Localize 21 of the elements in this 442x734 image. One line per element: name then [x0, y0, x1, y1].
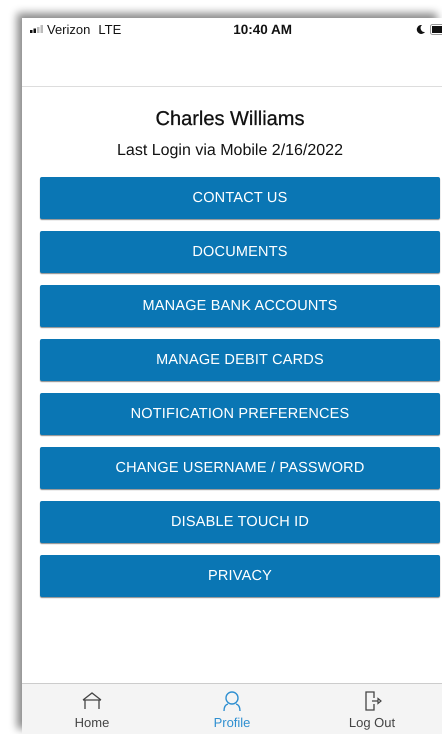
- network-type: LTE: [98, 22, 122, 36]
- tab-button[interactable]: Log Out: [302, 684, 442, 734]
- menu-button[interactable]: DOCUMENTS: [40, 231, 440, 273]
- menu-button[interactable]: NOTIFICATION PREFERENCES: [40, 393, 440, 435]
- carrier-name: Verizon: [47, 22, 90, 36]
- battery-icon: [430, 24, 442, 34]
- menu-button[interactable]: MANAGE BANK ACCOUNTS: [40, 285, 440, 327]
- menu-button[interactable]: CONTACT US: [40, 177, 440, 219]
- menu-button[interactable]: MANAGE DEBIT CARDS: [40, 339, 440, 381]
- menu-button[interactable]: DISABLE TOUCH ID: [40, 501, 440, 543]
- menu-button[interactable]: PRIVACY: [40, 555, 440, 597]
- house-icon: [81, 690, 103, 712]
- tab-button[interactable]: Profile: [162, 684, 302, 734]
- last-login-text: Last Login via Mobile 2/16/2022: [116, 142, 344, 160]
- clock-time: 10:40 AM: [233, 22, 292, 36]
- user-name: Charles Williams: [154, 108, 306, 131]
- menu-button[interactable]: CHANGE USERNAME / PASSWORD: [40, 447, 440, 489]
- signal-icon: [30, 25, 44, 33]
- tab-button[interactable]: Home: [22, 684, 162, 734]
- moon-icon: [416, 24, 425, 34]
- person-icon: [221, 690, 243, 712]
